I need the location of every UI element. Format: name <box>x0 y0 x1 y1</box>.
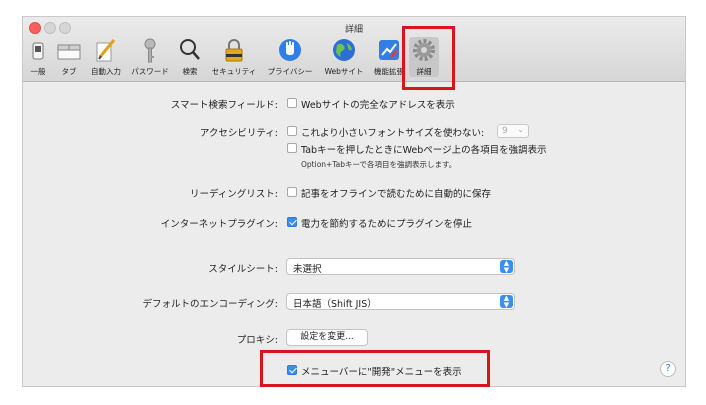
show-full-address-checkbox[interactable] <box>287 98 297 108</box>
change-settings-button[interactable]: 設定を変更... <box>286 329 368 346</box>
develop-menu-highlight <box>260 350 490 387</box>
preferences-window: 詳細 一般 タブ 自動入力 パスワード 検索 セキュリティ プライバシー Web… <box>22 16 686 387</box>
save-articles-offline-text: 記事をオフラインで読むために自動的に保存 <box>301 189 492 200</box>
toolbar-item-privacy[interactable]: プライバシー <box>264 37 316 77</box>
toolbar-item-extensions[interactable]: 機能拡張 <box>372 37 406 77</box>
toolbar-item-search[interactable]: 検索 <box>175 37 205 77</box>
toolbar-item-websites[interactable]: Webサイト <box>321 37 367 77</box>
toolbar-label: タブ <box>61 67 77 76</box>
toolbar-label: セキュリティ <box>211 67 257 76</box>
save-articles-offline-checkbox[interactable] <box>287 187 297 197</box>
general-switch-icon <box>32 42 44 60</box>
toolbar-label: 検索 <box>182 67 198 76</box>
toolbar-item-passwords[interactable]: パスワード <box>129 37 171 77</box>
reading-list-label: リーディングリスト: <box>189 189 278 200</box>
internet-plugins-label: インターネットプラグイン: <box>160 219 278 230</box>
minimum-font-size-checkbox[interactable] <box>287 126 297 136</box>
search-icon <box>180 39 200 60</box>
toolbar-label: Webサイト <box>324 67 364 76</box>
key-icon <box>144 38 156 63</box>
help-button[interactable]: ? <box>660 361 676 377</box>
default-encoding-value: 日本語（Shift JIS） <box>293 299 377 310</box>
show-full-address-text: Webサイトの完全なアドレスを表示 <box>301 100 455 111</box>
font-size-select[interactable]: 9 ⌄ <box>497 124 529 138</box>
default-encoding-select[interactable]: 日本語（Shift JIS） ▲ ▼ <box>286 293 515 310</box>
style-sheet-select[interactable]: 未選択 ▲ ▼ <box>286 258 515 275</box>
minimum-font-size-text: これより小さいフォントサイズを使わない: <box>301 128 485 139</box>
advanced-settings-pane: スマート検索フィールド: Webサイトの完全なアドレスを表示 アクセシビリティ:… <box>23 82 685 386</box>
chevron-down-icon: ⌄ <box>517 125 524 134</box>
tab-highlight-checkbox[interactable] <box>287 143 297 153</box>
padlock-icon <box>225 39 243 62</box>
globe-icon <box>333 39 355 61</box>
title-bar: 詳細 一般 タブ 自動入力 パスワード 検索 セキュリティ プライバシー Web… <box>23 17 685 82</box>
style-sheet-value: 未選択 <box>293 264 322 275</box>
stop-plugins-checkbox[interactable] <box>287 217 297 227</box>
stop-plugins-text: 電力を節約するためにプラグインを停止 <box>301 219 473 230</box>
default-encoding-label: デフォルトのエンコーディング: <box>142 299 278 310</box>
extensions-icon <box>379 40 399 60</box>
font-size-value: 9 <box>502 126 508 136</box>
toolbar-item-autofill[interactable]: 自動入力 <box>87 37 125 77</box>
style-sheet-label: スタイルシート: <box>208 264 278 275</box>
toolbar-item-tabs[interactable]: タブ <box>56 37 82 77</box>
tab-highlight-text: Tabキーを押したときにWebページ上の各項目を強調表示 <box>301 145 547 156</box>
tabs-icon <box>57 44 81 60</box>
toolbar-label: 機能拡張 <box>374 67 404 76</box>
chevron-up-down-icon: ▲ ▼ <box>500 260 513 273</box>
toolbar-label: プライバシー <box>267 67 313 76</box>
tab-highlight-note: Option+Tabキーで各項目を強調表示します。 <box>301 160 457 169</box>
toolbar-item-general[interactable]: 一般 <box>25 37 51 77</box>
hand-icon <box>279 39 301 61</box>
proxies-label: プロキシ: <box>236 335 278 346</box>
toolbar-label: パスワード <box>131 67 169 76</box>
pencil-icon <box>96 39 116 62</box>
toolbar-label: 自動入力 <box>91 67 121 76</box>
accessibility-label: アクセシビリティ: <box>199 128 278 139</box>
window-title: 詳細 <box>344 25 363 35</box>
advanced-tab-highlight <box>402 26 455 90</box>
toolbar-label: 一般 <box>30 67 46 76</box>
toolbar-item-security[interactable]: セキュリティ <box>209 37 259 77</box>
chevron-up-down-icon: ▲ ▼ <box>500 295 513 308</box>
smart-search-label: スマート検索フィールド: <box>170 100 278 111</box>
